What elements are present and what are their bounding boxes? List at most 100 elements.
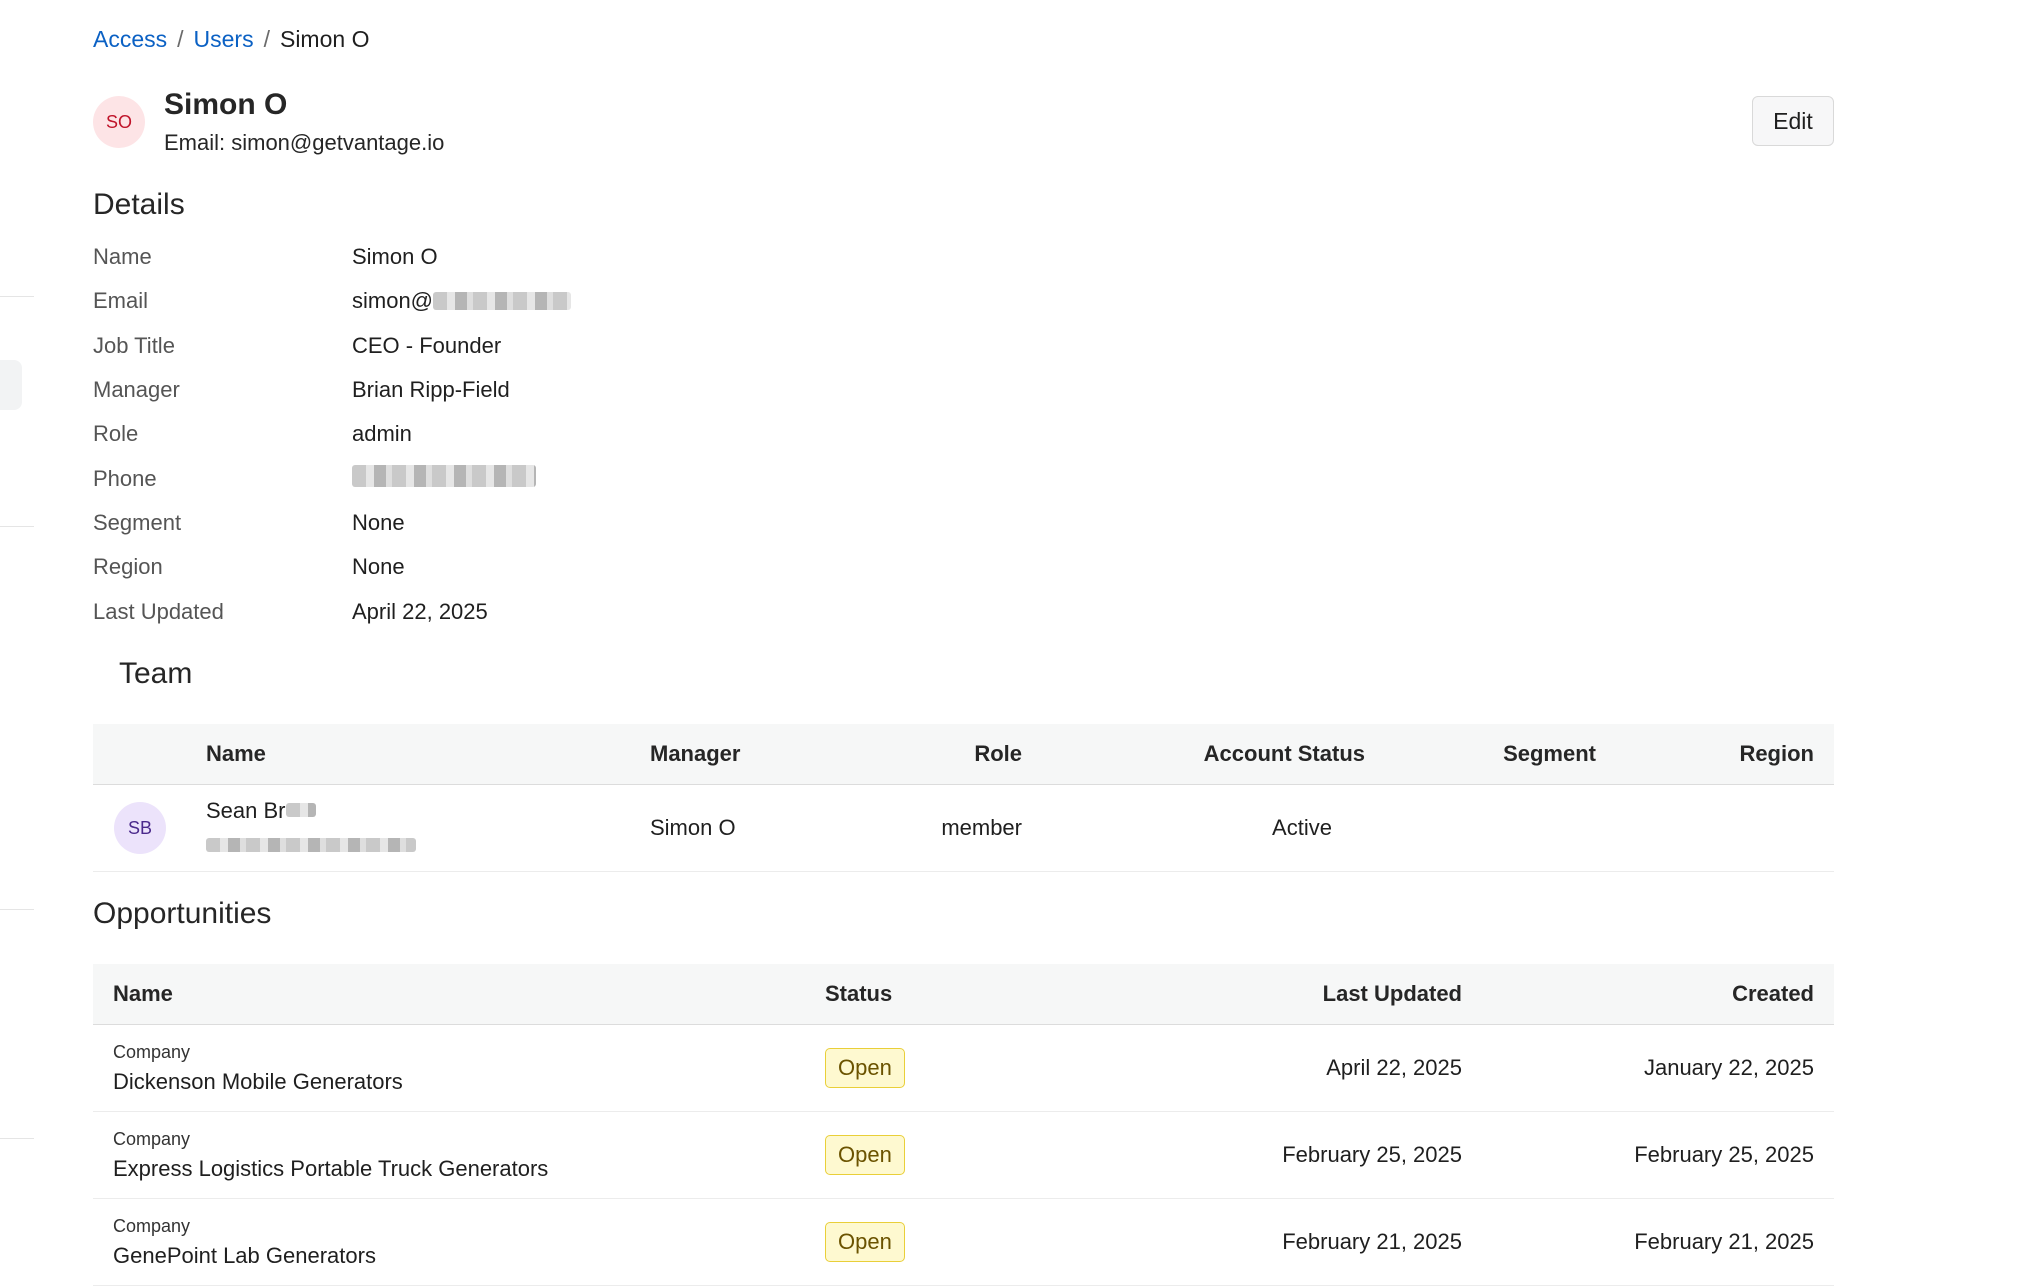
table-row[interactable]: Company Express Logistics Portable Truck… — [93, 1111, 1834, 1199]
redacted-text — [352, 464, 536, 487]
details-title: Details — [93, 188, 185, 221]
detail-row-phone: Phone — [93, 456, 893, 500]
opportunity-name[interactable]: Dickenson Mobile Generators — [113, 1069, 823, 1095]
member-avatar-cell: SB — [93, 784, 205, 872]
detail-row-email: Email simon@ — [93, 279, 893, 323]
detail-label: Job Title — [93, 332, 175, 358]
account-status-text: Active — [1272, 815, 1332, 840]
detail-label: Region — [93, 554, 163, 580]
opportunity-last-updated: February 21, 2025 — [1061, 1198, 1463, 1286]
detail-value: Simon O — [352, 244, 438, 270]
detail-label: Manager — [93, 377, 180, 403]
table-header-row: Name Manager Role Account Status Segment… — [93, 724, 1834, 785]
opportunity-type: Company — [113, 1041, 191, 1062]
edit-button[interactable]: Edit — [1752, 96, 1834, 146]
table-header-row: Name Status Last Updated Created — [93, 964, 1834, 1025]
detail-value: April 22, 2025 — [352, 598, 488, 624]
detail-value: admin — [352, 421, 412, 447]
detail-row-region: Region None — [93, 545, 893, 589]
opportunity-last-updated: February 25, 2025 — [1061, 1111, 1463, 1199]
opportunity-last-updated: April 22, 2025 — [1061, 1024, 1463, 1112]
opportunities-table: Name Status Last Updated Created Company… — [93, 964, 1834, 1286]
team-table: Name Manager Role Account Status Segment… — [93, 724, 1834, 872]
opportunity-name-cell: Company GenePoint Lab Generators — [93, 1198, 824, 1286]
sidebar-divider — [0, 1138, 34, 1139]
detail-row-last-updated: Last Updated April 22, 2025 — [93, 589, 893, 633]
avatar: SB — [114, 802, 166, 854]
table-row[interactable]: SB Sean Br Simon O member Active — [93, 784, 1834, 872]
opportunity-type: Company — [113, 1215, 191, 1236]
member-role: member — [811, 784, 1023, 872]
sidebar-active-item[interactable] — [0, 360, 22, 410]
opportunity-status-cell: Open — [824, 1111, 1061, 1199]
opportunity-type: Company — [113, 1128, 191, 1149]
member-segment — [1366, 784, 1597, 872]
member-manager: Simon O — [649, 784, 811, 872]
opportunities-title: Opportunities — [93, 897, 272, 930]
table-row[interactable]: Company Dickenson Mobile Generators Open… — [93, 1024, 1834, 1112]
opportunity-name-cell: Company Dickenson Mobile Generators — [93, 1024, 824, 1112]
page-title: Simon O — [164, 88, 288, 121]
table-row[interactable]: Company GenePoint Lab Generators Open Fe… — [93, 1198, 1834, 1286]
detail-value: Brian Ripp-Field — [352, 377, 510, 403]
breadcrumb-access-link[interactable]: Access — [93, 26, 167, 53]
breadcrumb-users-link[interactable]: Users — [194, 26, 254, 53]
detail-label: Phone — [93, 465, 157, 491]
table-header-avatar — [93, 724, 205, 785]
team-title: Team — [119, 657, 193, 690]
table-header-manager[interactable]: Manager — [649, 724, 811, 785]
status-badge: Open — [825, 1222, 905, 1262]
breadcrumb: Access / Users / Simon O — [93, 26, 369, 53]
breadcrumb-current: Simon O — [279, 26, 370, 52]
member-name: Sean Br — [206, 798, 648, 824]
table-header-segment[interactable]: Segment — [1366, 724, 1597, 785]
opportunity-name-cell: Company Express Logistics Portable Truck… — [93, 1111, 824, 1199]
detail-label: Last Updated — [93, 598, 224, 624]
status-badge: Open — [825, 1135, 905, 1175]
detail-row-name: Name Simon O — [93, 235, 893, 279]
table-header-region[interactable]: Region — [1597, 724, 1834, 785]
table-header-created[interactable]: Created — [1463, 964, 1834, 1025]
table-header-name[interactable]: Name — [205, 724, 649, 785]
member-name-visible-part: Sean Br — [206, 798, 286, 823]
table-header-role[interactable]: Role — [811, 724, 1023, 785]
detail-row-manager: Manager Brian Ripp-Field — [93, 368, 893, 412]
member-email — [206, 832, 648, 858]
detail-value: CEO - Founder — [352, 332, 502, 358]
user-email: Email: simon@getvantage.io — [164, 130, 445, 155]
redacted-text — [285, 803, 316, 817]
opportunity-status-cell: Open — [824, 1024, 1061, 1112]
opportunity-created: February 21, 2025 — [1463, 1198, 1834, 1286]
breadcrumb-separator: / — [263, 26, 270, 52]
detail-row-role: Role admin — [93, 412, 893, 456]
detail-label: Segment — [93, 509, 182, 535]
opportunity-created: February 25, 2025 — [1463, 1111, 1834, 1199]
member-account-status: Active — [1023, 784, 1366, 872]
opportunity-created: January 22, 2025 — [1463, 1024, 1834, 1112]
avatar: SO — [93, 96, 145, 148]
detail-value: None — [352, 554, 405, 580]
table-header-name[interactable]: Name — [93, 964, 824, 1025]
opportunity-name[interactable]: GenePoint Lab Generators — [113, 1243, 823, 1269]
sidebar-divider — [0, 909, 34, 910]
breadcrumb-separator: / — [177, 26, 184, 52]
details-list: Name Simon O Email simon@ Job Title CEO … — [93, 235, 893, 634]
detail-label: Role — [93, 421, 139, 447]
detail-value — [352, 464, 536, 493]
sidebar-divider — [0, 296, 34, 297]
table-header-account-status[interactable]: Account Status — [1023, 724, 1366, 785]
table-header-last-updated[interactable]: Last Updated — [1061, 964, 1463, 1025]
member-name-cell: Sean Br — [205, 784, 649, 872]
email-visible-part: simon@ — [352, 288, 434, 314]
redacted-text — [433, 292, 572, 311]
detail-row-segment: Segment None — [93, 501, 893, 545]
opportunity-status-cell: Open — [824, 1198, 1061, 1286]
status-badge: Open — [825, 1048, 905, 1088]
detail-value: None — [352, 509, 405, 535]
detail-label: Name — [93, 244, 152, 270]
member-region — [1597, 784, 1834, 872]
opportunity-name[interactable]: Express Logistics Portable Truck Generat… — [113, 1156, 823, 1182]
table-header-status[interactable]: Status — [824, 964, 1061, 1025]
redacted-text — [206, 838, 416, 852]
detail-row-job-title: Job Title CEO - Founder — [93, 324, 893, 368]
